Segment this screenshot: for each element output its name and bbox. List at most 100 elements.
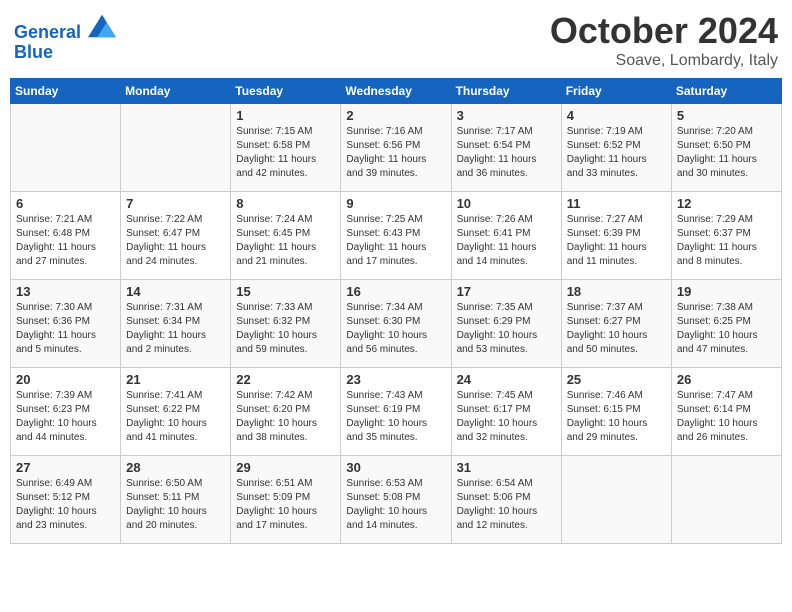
logo-icon [88, 14, 116, 38]
calendar-cell: 23 Sunrise: 7:43 AMSunset: 6:19 PMDayligh… [341, 368, 451, 456]
day-number: 13 [16, 284, 115, 299]
calendar-cell: 1 Sunrise: 7:15 AMSunset: 6:58 PMDaylight… [231, 104, 341, 192]
day-number: 6 [16, 196, 115, 211]
calendar-cell: 29Sunrise: 6:51 AMSunset: 5:09 PMDayligh… [231, 456, 341, 544]
logo-blue-text: Blue [14, 43, 116, 63]
cell-content: Sunrise: 6:54 AMSunset: 5:06 PMDaylight:… [457, 477, 556, 533]
calendar-cell: 25Sunrise: 7:46 AMSunset: 6:15 PMDayligh… [561, 368, 671, 456]
calendar-cell: 13 Sunrise: 7:30 AMSunset: 6:36 PMDayligh… [11, 280, 121, 368]
month-title: October 2024 [550, 10, 778, 52]
logo: General Blue [14, 14, 116, 63]
day-number: 16 [346, 284, 445, 299]
cell-content: Sunrise: 7:25 AMSunset: 6:43 PMDaylight:… [346, 213, 445, 269]
calendar-cell: 3Sunrise: 7:17 AMSunset: 6:54 PMDaylight… [451, 104, 561, 192]
calendar-cell: 22 Sunrise: 7:42 AMSunset: 6:20 PMDayligh… [231, 368, 341, 456]
page-header: General Blue October 2024 Soave, Lombard… [10, 10, 782, 70]
cell-content: Sunrise: 7:17 AMSunset: 6:54 PMDaylight:… [457, 125, 556, 181]
calendar-cell: 4 Sunrise: 7:19 AMSunset: 6:52 PMDaylight… [561, 104, 671, 192]
cell-content: Sunrise: 7:21 AMSunset: 6:48 PMDaylight:… [16, 213, 115, 269]
cell-content: Sunrise: 7:29 AMSunset: 6:37 PMDaylight:… [677, 213, 776, 269]
day-number: 7 [126, 196, 225, 211]
calendar-table: SundayMondayTuesdayWednesdayThursdayFrid… [10, 78, 782, 544]
day-number: 10 [457, 196, 556, 211]
calendar-cell: 31Sunrise: 6:54 AMSunset: 5:06 PMDayligh… [451, 456, 561, 544]
calendar-week-4: 20 Sunrise: 7:39 AMSunset: 6:23 PMDayligh… [11, 368, 782, 456]
calendar-cell [671, 456, 781, 544]
cell-content: Sunrise: 7:30 AMSunset: 6:36 PMDaylight:… [16, 301, 115, 357]
header-row: SundayMondayTuesdayWednesdayThursdayFrid… [11, 79, 782, 104]
cell-content: Sunrise: 6:49 AMSunset: 5:12 PMDaylight:… [16, 477, 115, 533]
cell-content: Sunrise: 7:45 AMSunset: 6:17 PMDaylight:… [457, 389, 556, 445]
day-number: 30 [346, 460, 445, 475]
calendar-cell: 26 Sunrise: 7:47 AMSunset: 6:14 PMDayligh… [671, 368, 781, 456]
header-cell-saturday: Saturday [671, 79, 781, 104]
calendar-cell: 30 Sunrise: 6:53 AMSunset: 5:08 PMDayligh… [341, 456, 451, 544]
cell-content: Sunrise: 7:43 AMSunset: 6:19 PMDaylight:… [346, 389, 445, 445]
cell-content: Sunrise: 7:20 AMSunset: 6:50 PMDaylight:… [677, 125, 776, 181]
calendar-cell: 9 Sunrise: 7:25 AMSunset: 6:43 PMDaylight… [341, 192, 451, 280]
day-number: 1 [236, 108, 335, 123]
calendar-cell: 7 Sunrise: 7:22 AMSunset: 6:47 PMDaylight… [121, 192, 231, 280]
cell-content: Sunrise: 7:31 AMSunset: 6:34 PMDaylight:… [126, 301, 225, 357]
calendar-cell: 19Sunrise: 7:38 AMSunset: 6:25 PMDayligh… [671, 280, 781, 368]
cell-content: Sunrise: 7:37 AMSunset: 6:27 PMDaylight:… [567, 301, 666, 357]
header-cell-friday: Friday [561, 79, 671, 104]
calendar-week-5: 27 Sunrise: 6:49 AMSunset: 5:12 PMDayligh… [11, 456, 782, 544]
day-number: 23 [346, 372, 445, 387]
cell-content: Sunrise: 7:47 AMSunset: 6:14 PMDaylight:… [677, 389, 776, 445]
logo-text: General [14, 14, 116, 43]
cell-content: Sunrise: 7:16 AMSunset: 6:56 PMDaylight:… [346, 125, 445, 181]
calendar-week-2: 6 Sunrise: 7:21 AMSunset: 6:48 PMDaylight… [11, 192, 782, 280]
day-number: 17 [457, 284, 556, 299]
calendar-cell: 15 Sunrise: 7:33 AMSunset: 6:32 PMDayligh… [231, 280, 341, 368]
day-number: 26 [677, 372, 776, 387]
day-number: 9 [346, 196, 445, 211]
cell-content: Sunrise: 6:51 AMSunset: 5:09 PMDaylight:… [236, 477, 335, 533]
cell-content: Sunrise: 7:41 AMSunset: 6:22 PMDaylight:… [126, 389, 225, 445]
day-number: 22 [236, 372, 335, 387]
calendar-cell: 28Sunrise: 6:50 AMSunset: 5:11 PMDayligh… [121, 456, 231, 544]
calendar-cell [11, 104, 121, 192]
day-number: 18 [567, 284, 666, 299]
header-cell-thursday: Thursday [451, 79, 561, 104]
cell-content: Sunrise: 7:38 AMSunset: 6:25 PMDaylight:… [677, 301, 776, 357]
day-number: 27 [16, 460, 115, 475]
calendar-cell [561, 456, 671, 544]
cell-content: Sunrise: 7:24 AMSunset: 6:45 PMDaylight:… [236, 213, 335, 269]
day-number: 25 [567, 372, 666, 387]
cell-content: Sunrise: 7:39 AMSunset: 6:23 PMDaylight:… [16, 389, 115, 445]
header-cell-wednesday: Wednesday [341, 79, 451, 104]
day-number: 15 [236, 284, 335, 299]
day-number: 14 [126, 284, 225, 299]
cell-content: Sunrise: 7:42 AMSunset: 6:20 PMDaylight:… [236, 389, 335, 445]
calendar-cell: 11Sunrise: 7:27 AMSunset: 6:39 PMDayligh… [561, 192, 671, 280]
cell-content: Sunrise: 7:19 AMSunset: 6:52 PMDaylight:… [567, 125, 666, 181]
location: Soave, Lombardy, Italy [550, 52, 778, 70]
calendar-cell: 12 Sunrise: 7:29 AMSunset: 6:37 PMDayligh… [671, 192, 781, 280]
cell-content: Sunrise: 7:15 AMSunset: 6:58 PMDaylight:… [236, 125, 335, 181]
cell-content: Sunrise: 6:53 AMSunset: 5:08 PMDaylight:… [346, 477, 445, 533]
calendar-cell: 20 Sunrise: 7:39 AMSunset: 6:23 PMDayligh… [11, 368, 121, 456]
cell-content: Sunrise: 7:34 AMSunset: 6:30 PMDaylight:… [346, 301, 445, 357]
header-cell-tuesday: Tuesday [231, 79, 341, 104]
day-number: 20 [16, 372, 115, 387]
calendar-cell: 27 Sunrise: 6:49 AMSunset: 5:12 PMDayligh… [11, 456, 121, 544]
calendar-cell: 6 Sunrise: 7:21 AMSunset: 6:48 PMDaylight… [11, 192, 121, 280]
calendar-cell: 16 Sunrise: 7:34 AMSunset: 6:30 PMDayligh… [341, 280, 451, 368]
cell-content: Sunrise: 7:26 AMSunset: 6:41 PMDaylight:… [457, 213, 556, 269]
cell-content: Sunrise: 7:33 AMSunset: 6:32 PMDaylight:… [236, 301, 335, 357]
day-number: 12 [677, 196, 776, 211]
calendar-cell: 5Sunrise: 7:20 AMSunset: 6:50 PMDaylight… [671, 104, 781, 192]
header-cell-monday: Monday [121, 79, 231, 104]
day-number: 21 [126, 372, 225, 387]
calendar-cell: 2Sunrise: 7:16 AMSunset: 6:56 PMDaylight… [341, 104, 451, 192]
calendar-week-3: 13 Sunrise: 7:30 AMSunset: 6:36 PMDayligh… [11, 280, 782, 368]
calendar-cell: 14 Sunrise: 7:31 AMSunset: 6:34 PMDayligh… [121, 280, 231, 368]
calendar-cell: 8 Sunrise: 7:24 AMSunset: 6:45 PMDaylight… [231, 192, 341, 280]
cell-content: Sunrise: 7:22 AMSunset: 6:47 PMDaylight:… [126, 213, 225, 269]
day-number: 8 [236, 196, 335, 211]
day-number: 11 [567, 196, 666, 211]
day-number: 4 [567, 108, 666, 123]
day-number: 24 [457, 372, 556, 387]
calendar-cell: 18 Sunrise: 7:37 AMSunset: 6:27 PMDayligh… [561, 280, 671, 368]
